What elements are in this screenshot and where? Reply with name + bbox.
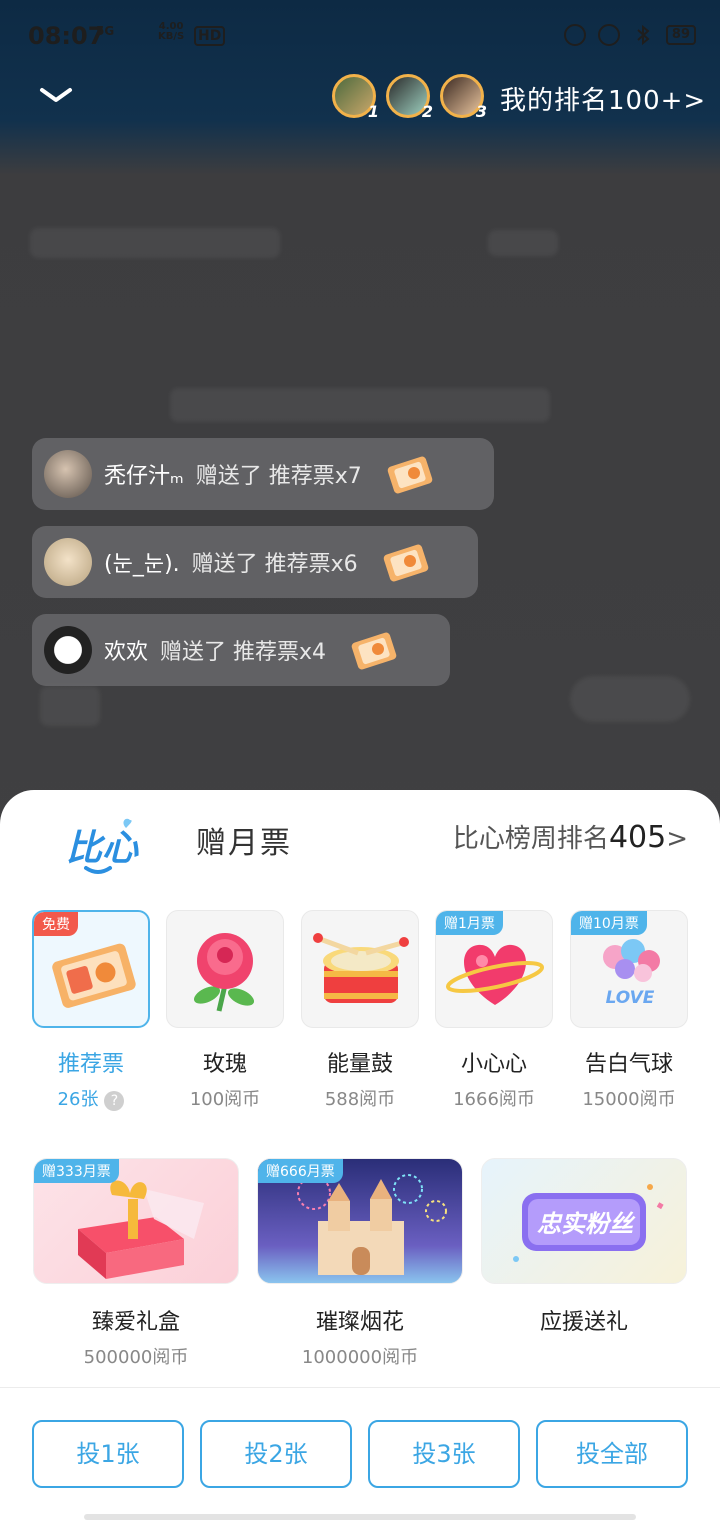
top-fan-avatar-3[interactable]: 3 [440, 74, 487, 121]
gift-name: 臻爱礼盒 [91, 1310, 180, 1335]
top-fan-rank: 1 [367, 102, 379, 121]
help-icon[interactable]: ? [104, 1091, 125, 1111]
top-fan-avatar-1[interactable]: 1 [332, 74, 379, 121]
avatar [44, 450, 92, 498]
gift-name: 推荐票 [57, 1052, 124, 1077]
month-ticket-tag: 赠1月票 [436, 911, 503, 935]
gift-support[interactable]: 忠实粉丝 [481, 1158, 687, 1284]
notification-user: 欢欢 [104, 640, 149, 665]
home-indicator [84, 1514, 636, 1520]
ticket-icon [351, 632, 397, 670]
month-ticket-tag: 赠666月票 [258, 1159, 343, 1183]
divider [0, 1387, 720, 1388]
gift-energy-drum[interactable] [301, 910, 419, 1028]
rose-icon [193, 933, 255, 1012]
top-fan-avatar-2[interactable]: 2 [386, 74, 433, 121]
gift-rose[interactable] [166, 910, 284, 1028]
top-fan-rank: 3 [475, 102, 487, 121]
notification-action: 赠送了 推荐票x4 [160, 640, 327, 665]
notification-user: (눈_눈). [104, 552, 180, 577]
gift-little-heart[interactable]: 赠1月票 [435, 910, 553, 1028]
tab-monthly-ticket[interactable]: 赠月票 [196, 818, 292, 862]
gift-name: 告白气球 [584, 1052, 673, 1077]
notification-user: 秃仔汁ₘ [104, 464, 184, 489]
svg-text:LOVE: LOVE [606, 988, 655, 1008]
free-tag: 免费 [34, 912, 78, 936]
chevron-down-icon[interactable] [38, 84, 74, 108]
blurred-thumb [40, 686, 100, 726]
gift-price-text: 26张 [57, 1089, 99, 1110]
vote-all-button[interactable]: 投全部 [536, 1420, 688, 1488]
gift-name: 玫瑰 [202, 1052, 247, 1077]
notification-action: 赠送了 推荐票x7 [195, 464, 362, 489]
notification-action: 赠送了 推荐票x6 [191, 552, 358, 577]
fan-badge-icon: 忠实粉丝 [513, 1184, 664, 1262]
week-rank-label: 比心榜周排名 [452, 824, 609, 854]
gift-price: 1000000阅币 [301, 1347, 419, 1368]
hd-indicator: HD [194, 26, 226, 46]
gift-name: 小心心 [460, 1052, 527, 1077]
status-bar: 08:07 5G 4.00 KB/S HD 89 [0, 0, 720, 74]
gift-price: 1666阅币 [453, 1089, 535, 1110]
week-rank-arrow: > [666, 824, 688, 854]
network-speed: 4.00 KB/S [158, 22, 184, 42]
network-indicator: 5G [96, 24, 115, 38]
gift-name: 能量鼓 [326, 1052, 393, 1077]
ticket-icon [383, 544, 428, 582]
blurred-badge [488, 230, 558, 256]
blurred-title [30, 228, 280, 258]
gift-notification: (눈_눈). 赠送了 推荐票x6 [32, 526, 478, 598]
avatar [44, 538, 92, 586]
gift-notification: 秃仔汁ₘ 赠送了 推荐票x7 [32, 438, 494, 510]
blurred-button [570, 676, 690, 722]
gift-name: 璀璨烟花 [315, 1310, 404, 1335]
gift-price: 100阅币 [189, 1089, 261, 1110]
lock-icon [563, 24, 586, 46]
fan-badge-text: 忠实粉丝 [537, 1210, 636, 1238]
ticket-icon [387, 456, 433, 494]
gift-notification: 欢欢 赠送了 推荐票x4 [32, 614, 450, 686]
speed-unit: KB/S [158, 31, 185, 42]
week-rank-value: 405 [608, 820, 667, 855]
gift-price: 26张? [32, 1085, 150, 1111]
month-ticket-tag: 赠333月票 [34, 1159, 119, 1183]
bluetooth-icon [637, 24, 650, 46]
gift-price: 15000阅币 [582, 1089, 676, 1110]
gift-price: 588阅币 [324, 1089, 396, 1110]
top-fans[interactable]: 1 2 3 [332, 74, 487, 121]
status-icons: 89 [563, 24, 696, 46]
gift-recommend-ticket[interactable]: 免费 [32, 910, 150, 1028]
vote-2-button[interactable]: 投2张 [200, 1420, 352, 1488]
heart-logo-icon: 比心 [66, 818, 139, 874]
gift-love-balloon[interactable]: 赠10月票 LOVE [570, 910, 688, 1028]
my-rank-link[interactable]: 我的排名100+> [500, 80, 706, 117]
bixin-logo[interactable]: 比心 [64, 818, 144, 878]
gift-love-box[interactable]: 赠333月票 [33, 1158, 239, 1284]
drum-icon [313, 933, 409, 1003]
avatar [44, 626, 92, 674]
vote-3-button[interactable]: 投3张 [368, 1420, 520, 1488]
week-rank-link[interactable]: 比心榜周排名405> [453, 818, 688, 855]
blurred-text [170, 388, 550, 422]
gift-sheet [0, 790, 720, 1520]
gift-fireworks[interactable]: 赠666月票 [257, 1158, 463, 1284]
battery-indicator: 89 [665, 25, 696, 45]
month-ticket-tag: 赠10月票 [571, 911, 647, 935]
top-fan-rank: 2 [421, 102, 433, 121]
alarm-icon [597, 24, 620, 46]
logo-text: 比心 [66, 828, 139, 869]
gift-name: 应援送礼 [539, 1310, 628, 1335]
gift-price: 500000阅币 [83, 1347, 189, 1368]
vote-1-button[interactable]: 投1张 [32, 1420, 184, 1488]
status-time: 08:07 [28, 22, 105, 50]
